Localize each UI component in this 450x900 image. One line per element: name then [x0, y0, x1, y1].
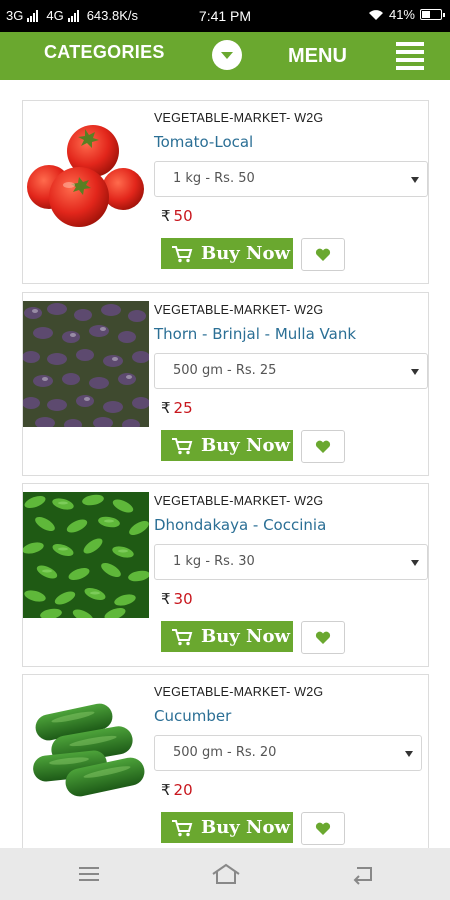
chevron-down-icon	[411, 560, 419, 566]
buy-now-label: Buy Now	[201, 626, 290, 647]
currency-symbol: ₹	[161, 399, 171, 417]
heart-icon	[315, 440, 331, 453]
system-nav-bar	[0, 848, 450, 900]
buy-now-button[interactable]: Buy Now	[161, 621, 293, 652]
chevron-down-icon	[411, 177, 419, 183]
buy-now-button[interactable]: Buy Now	[161, 812, 293, 843]
variant-value: 500 gm - Rs. 20	[173, 745, 277, 760]
price-value: 50	[173, 207, 193, 225]
product-card: VEGETABLE-MARKET- W2G Thorn - Brinjal - …	[22, 292, 429, 476]
battery-icon	[420, 9, 445, 20]
product-name[interactable]: Dhondakaya - Coccinia	[154, 516, 326, 534]
status-right: 41%	[368, 7, 445, 22]
heart-icon	[315, 822, 331, 835]
product-card: VEGETABLE-MARKET- W2G Tomato-Local 1 kg …	[22, 100, 429, 284]
price-value: 25	[173, 399, 193, 417]
cart-icon	[172, 245, 193, 262]
menu-nav-icon[interactable]	[76, 862, 102, 886]
price-value: 20	[173, 781, 193, 799]
heart-icon	[315, 248, 331, 261]
home-icon[interactable]	[210, 862, 242, 886]
product-card: VEGETABLE-MARKET- W2G Dhondakaya - Cocci…	[22, 483, 429, 667]
wifi-icon	[368, 9, 383, 20]
variant-select[interactable]: 1 kg - Rs. 30	[154, 544, 428, 580]
wishlist-button[interactable]	[301, 621, 345, 654]
vendor-name: VEGETABLE-MARKET- W2G	[154, 494, 324, 508]
back-icon[interactable]	[350, 862, 376, 886]
cart-icon	[172, 819, 193, 836]
cart-icon	[172, 437, 193, 454]
variant-value: 500 gm - Rs. 25	[173, 363, 277, 378]
cucumber-image	[33, 703, 145, 797]
variant-value: 1 kg - Rs. 30	[173, 554, 255, 569]
tomato-image	[27, 125, 144, 227]
chevron-down-icon	[405, 751, 413, 757]
product-list: VEGETABLE-MARKET- W2G Tomato-Local 1 kg …	[0, 80, 450, 848]
battery-percent: 41%	[388, 7, 415, 22]
brinjal-image	[23, 301, 149, 427]
price-value: 30	[173, 590, 193, 608]
categories-dropdown-icon[interactable]	[212, 40, 242, 70]
product-price: ₹25	[161, 399, 193, 417]
coccinia-image	[23, 492, 149, 618]
wishlist-button[interactable]	[301, 430, 345, 463]
currency-symbol: ₹	[161, 207, 171, 225]
product-card: VEGETABLE-MARKET- W2G Cucumber 500 gm - …	[22, 674, 429, 848]
status-bar: 3G 4G 643.8K/s 7:41 PM 41%	[0, 0, 450, 32]
product-price: ₹30	[161, 590, 193, 608]
product-name[interactable]: Tomato-Local	[154, 133, 253, 151]
buy-now-label: Buy Now	[201, 435, 290, 456]
wishlist-button[interactable]	[301, 812, 345, 845]
variant-select[interactable]: 1 kg - Rs. 50	[154, 161, 428, 197]
product-price: ₹20	[161, 781, 193, 799]
currency-symbol: ₹	[161, 781, 171, 799]
variant-select[interactable]: 500 gm - Rs. 25	[154, 353, 428, 389]
menu-label[interactable]: MENU	[288, 45, 347, 68]
currency-symbol: ₹	[161, 590, 171, 608]
vendor-name: VEGETABLE-MARKET- W2G	[154, 685, 324, 699]
product-price: ₹50	[161, 207, 193, 225]
product-name[interactable]: Cucumber	[154, 707, 231, 725]
cart-icon	[172, 628, 193, 645]
buy-now-button[interactable]: Buy Now	[161, 238, 293, 269]
vendor-name: VEGETABLE-MARKET- W2G	[154, 111, 324, 125]
app-header: CATEGORIES MENU	[0, 32, 450, 80]
buy-now-label: Buy Now	[201, 817, 290, 838]
heart-icon	[315, 631, 331, 644]
wishlist-button[interactable]	[301, 238, 345, 271]
variant-value: 1 kg - Rs. 50	[173, 171, 255, 186]
product-name[interactable]: Thorn - Brinjal - Mulla Vank	[154, 325, 356, 343]
vendor-name: VEGETABLE-MARKET- W2G	[154, 303, 324, 317]
hamburger-menu-icon[interactable]	[396, 42, 424, 70]
buy-now-button[interactable]: Buy Now	[161, 430, 293, 461]
categories-label[interactable]: CATEGORIES	[44, 42, 165, 63]
variant-select[interactable]: 500 gm - Rs. 20	[154, 735, 422, 771]
buy-now-label: Buy Now	[201, 243, 290, 264]
chevron-down-icon	[411, 369, 419, 375]
